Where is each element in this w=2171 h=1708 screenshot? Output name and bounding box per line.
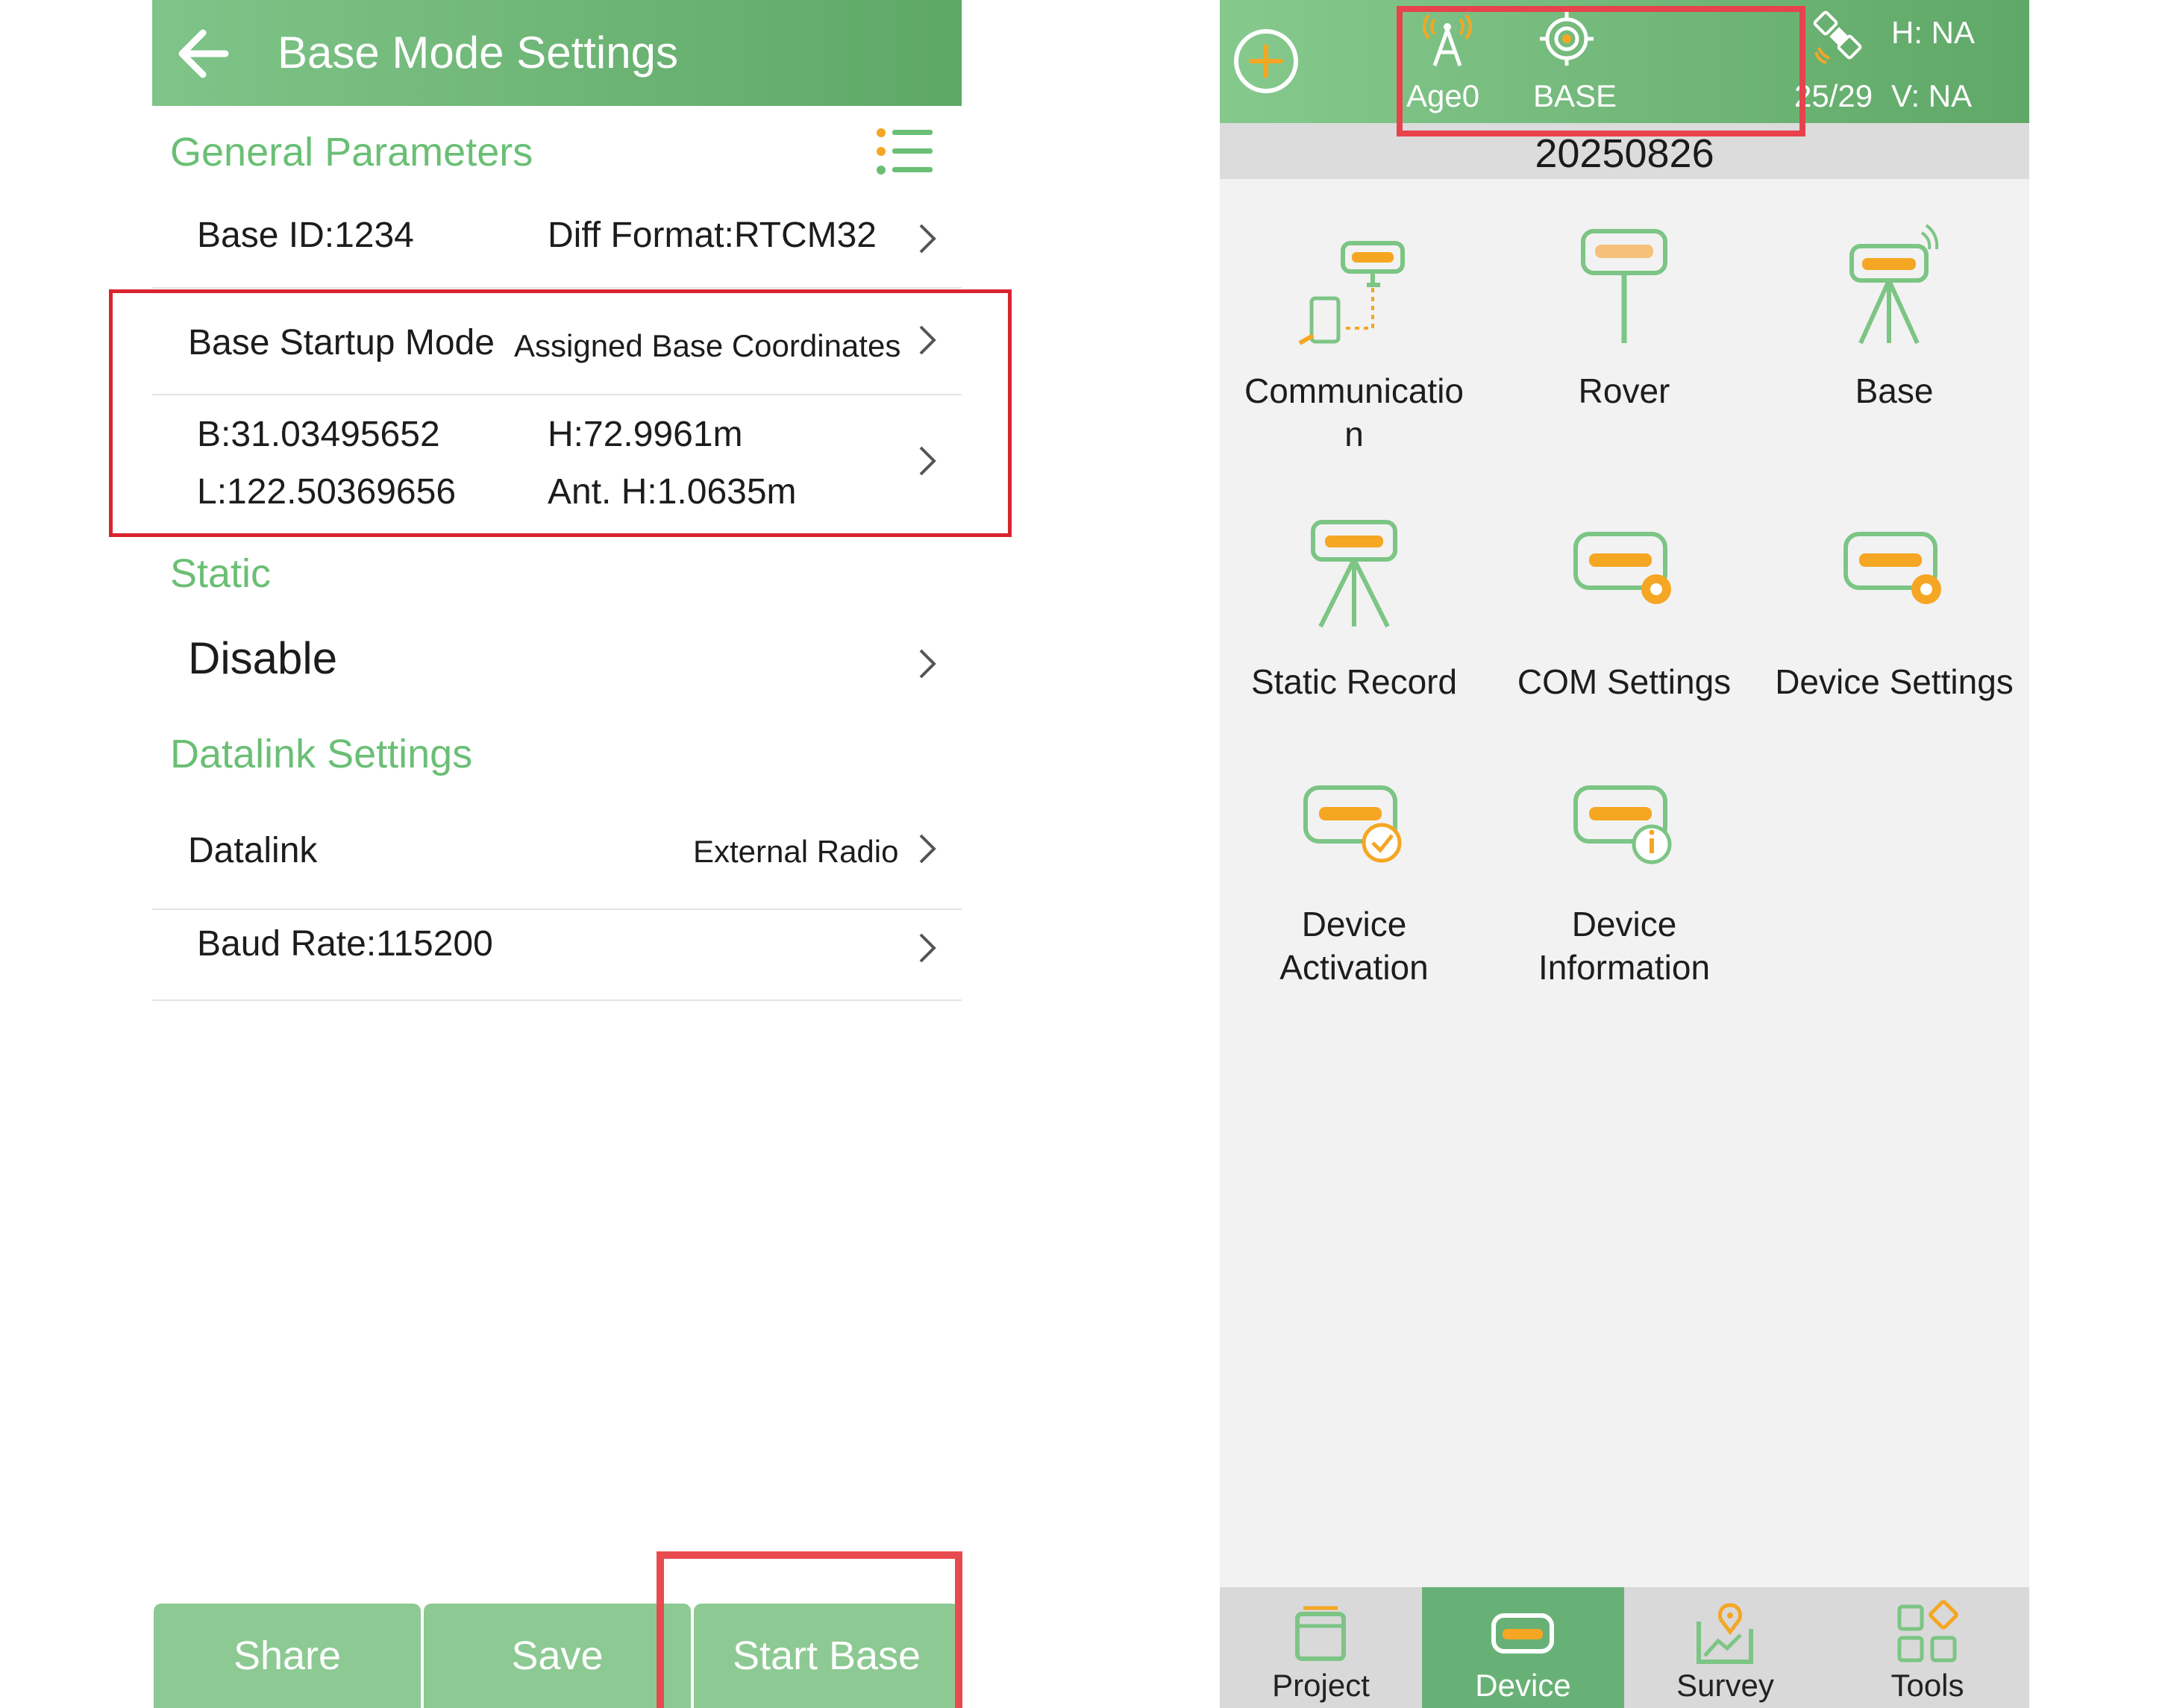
device-icon xyxy=(1489,1599,1556,1666)
highlight-box-startup-coordinates xyxy=(109,289,1012,537)
nav-label: Survey xyxy=(1676,1668,1774,1703)
device-screen: Age0 BASE 25/29 H: NA V: NA 20250826 Com… xyxy=(1220,0,2029,1708)
device-information-icon xyxy=(1568,761,1680,895)
checklist-icon[interactable] xyxy=(874,127,934,176)
section-title-general: General Parameters xyxy=(170,130,533,175)
page-title: Base Mode Settings xyxy=(278,28,678,78)
project-date: 20250826 xyxy=(1535,131,1714,176)
nav-label: Tools xyxy=(1890,1668,1964,1703)
tile-rover[interactable]: Rover xyxy=(1490,201,1758,455)
tile-label: Communicatio n xyxy=(1244,371,1464,453)
nav-device[interactable]: Device xyxy=(1422,1587,1624,1708)
nav-label: Project xyxy=(1272,1668,1370,1703)
header-bar: Base Mode Settings xyxy=(152,0,962,106)
vertical-precision: V: NA xyxy=(1891,78,1973,113)
tile-base[interactable]: Base xyxy=(1760,201,2029,455)
tile-label: Base xyxy=(1855,371,1934,410)
tile-device-information[interactable]: Device Information xyxy=(1490,746,1758,999)
nav-label: Device xyxy=(1475,1668,1571,1703)
section-title-datalink: Datalink Settings xyxy=(170,732,473,776)
chevron-right-icon xyxy=(913,643,943,685)
tile-device-settings[interactable]: Device Settings xyxy=(1760,492,2029,746)
tile-device-activation[interactable]: Device Activation xyxy=(1220,746,1488,999)
tile-label: Device Activation xyxy=(1279,905,1429,987)
tile-label: Device Settings xyxy=(1775,662,2014,701)
static-record-icon xyxy=(1298,507,1410,641)
add-circle-icon[interactable] xyxy=(1232,27,1300,95)
survey-icon xyxy=(1691,1599,1758,1666)
section-title-static: Static xyxy=(170,551,272,596)
tile-label: Static Record xyxy=(1250,662,1458,701)
satellite-icon xyxy=(1813,10,1867,64)
divider xyxy=(152,999,962,1001)
tile-com-settings[interactable]: COM Settings xyxy=(1490,492,1758,746)
nav-survey[interactable]: Survey xyxy=(1624,1587,1826,1708)
base-id-value: Base ID:1234 xyxy=(197,216,414,255)
highlight-box-base-status xyxy=(1397,6,1805,136)
tile-communication[interactable]: Communicatio n xyxy=(1220,201,1488,455)
tile-label: Rover xyxy=(1578,371,1670,410)
highlight-box-start-base xyxy=(657,1551,962,1708)
device-activation-icon xyxy=(1298,761,1410,895)
back-arrow-icon[interactable] xyxy=(167,16,242,91)
chevron-right-icon xyxy=(913,218,943,260)
communication-icon xyxy=(1298,216,1410,351)
share-button[interactable]: Share xyxy=(154,1604,421,1708)
horizontal-precision: H: NA xyxy=(1891,15,1976,50)
satellite-count: 25/29 xyxy=(1794,78,1873,113)
tile-label: COM Settings xyxy=(1517,662,1732,701)
chevron-right-icon xyxy=(913,828,943,870)
rover-icon xyxy=(1568,216,1680,351)
static-value: Disable xyxy=(188,633,338,683)
save-button[interactable]: Save xyxy=(424,1604,691,1708)
base-mode-settings-screen: Base Mode Settings General Parameters Ba… xyxy=(152,0,962,1708)
tools-icon xyxy=(1893,1599,1961,1666)
project-icon xyxy=(1287,1599,1354,1666)
nav-project[interactable]: Project xyxy=(1220,1587,1422,1708)
tile-label: Device Information xyxy=(1538,905,1711,987)
chevron-right-icon xyxy=(913,927,943,969)
tile-static-record[interactable]: Static Record xyxy=(1220,492,1488,746)
base-icon xyxy=(1838,216,1950,351)
diff-format-value: Diff Format:RTCM32 xyxy=(548,216,877,255)
datalink-label: Datalink xyxy=(188,831,318,870)
datalink-value: External Radio xyxy=(693,834,899,869)
device-settings-icon xyxy=(1838,507,1950,641)
divider xyxy=(152,287,962,289)
com-settings-icon xyxy=(1568,507,1680,641)
baud-rate-value: Baud Rate:115200 xyxy=(197,924,493,964)
nav-tools[interactable]: Tools xyxy=(1826,1587,2029,1708)
